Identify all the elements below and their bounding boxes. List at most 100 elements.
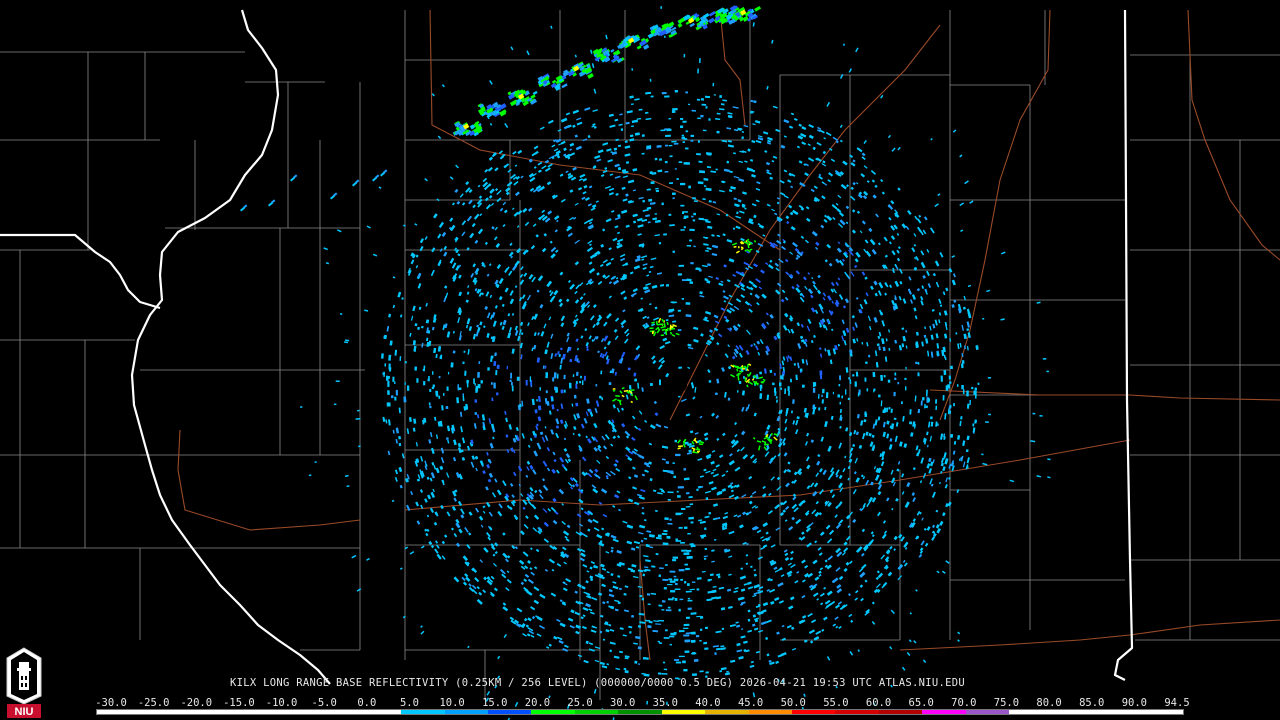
echo-cell	[703, 641, 708, 645]
echo-cell	[854, 264, 858, 268]
echo-cell	[728, 494, 735, 499]
echo-cell	[848, 511, 853, 517]
echo-cell	[404, 361, 407, 364]
echo-cell	[730, 489, 734, 493]
echo-cell	[748, 500, 753, 505]
echo-cell	[653, 620, 660, 622]
echo-cell	[511, 385, 514, 392]
echo-cell	[496, 189, 502, 196]
echo-cell	[747, 609, 751, 613]
echo-cell	[685, 302, 691, 305]
echo-cell	[815, 246, 819, 250]
echo-cell	[764, 451, 770, 457]
echo-cell	[769, 369, 773, 373]
echo-cell	[801, 358, 805, 364]
echo-cell	[544, 569, 548, 572]
echo-cell	[881, 191, 885, 195]
echo-cell	[808, 124, 814, 128]
echo-cell	[743, 583, 748, 586]
echo-cell	[938, 312, 942, 316]
echo-cell	[621, 423, 626, 428]
echo-cell	[492, 553, 496, 557]
echo-cell	[873, 317, 878, 323]
echo-cell	[624, 670, 629, 674]
echo-cell	[432, 384, 435, 388]
echo-cell	[804, 172, 809, 177]
echo-cell	[466, 324, 469, 329]
echo-cell	[476, 599, 483, 605]
echo-cell	[712, 585, 717, 588]
echo-cell	[784, 556, 790, 562]
echo-cell	[546, 280, 553, 288]
echo-cell	[816, 141, 822, 146]
echo-cell	[530, 634, 535, 638]
echo-cell	[810, 188, 815, 193]
echo-cell	[587, 518, 593, 524]
echo-cell	[542, 247, 547, 253]
echo-cell	[560, 357, 563, 364]
echo-cell	[826, 590, 833, 596]
echo-cell	[832, 136, 839, 141]
echo-cell	[806, 217, 811, 222]
echo-cell	[830, 158, 836, 163]
echo-cell	[509, 616, 515, 621]
echo-cell	[514, 285, 518, 288]
radar-display: NIU KILX LONG RANGE BASE REFLECTIVITY (0…	[0, 0, 1280, 720]
echo-cell	[548, 410, 552, 415]
echo-cell	[742, 390, 745, 396]
echo-cell	[447, 371, 450, 375]
echo-cell	[622, 175, 628, 178]
echo-cell	[732, 106, 739, 109]
echo-cell	[532, 469, 537, 475]
echo-cell	[457, 442, 462, 448]
echo-cell	[506, 365, 509, 370]
echo-cell	[895, 498, 899, 502]
echo-cell	[479, 321, 483, 326]
echo-cell	[691, 215, 694, 218]
echo-cell	[655, 189, 660, 193]
echo-cell	[692, 652, 696, 655]
echo-cell	[717, 333, 723, 338]
echo-cell	[738, 656, 744, 660]
echo-cell	[816, 460, 821, 466]
echo-cell	[614, 163, 620, 168]
echo-cell	[689, 239, 693, 242]
echo-cell	[523, 578, 528, 583]
echo-cell	[419, 489, 424, 493]
echo-cell	[687, 533, 691, 535]
echo-cell	[920, 296, 924, 301]
echo-cell	[736, 514, 742, 518]
echo-cell	[509, 242, 513, 247]
echo-cell	[678, 264, 684, 267]
echo-cell	[835, 505, 839, 510]
echo-cell	[511, 494, 515, 498]
echo-cell	[656, 536, 662, 540]
echo-cell	[852, 209, 856, 213]
echo-cell	[822, 160, 826, 164]
echo-cell	[789, 211, 794, 216]
echo-cell	[545, 372, 548, 379]
echo-cell	[690, 262, 694, 265]
echo-cell	[795, 270, 800, 275]
echo-cell	[724, 391, 727, 398]
echo-cell	[430, 491, 436, 498]
echo-cell	[530, 606, 536, 611]
echo-cell	[520, 354, 523, 360]
echo-cell	[559, 302, 564, 308]
echo-cell	[546, 467, 551, 472]
echo-cell	[617, 231, 621, 235]
echo-cell	[801, 559, 806, 564]
echo-cell	[592, 323, 596, 329]
echo-cell	[684, 581, 687, 584]
echo-cell	[936, 528, 941, 534]
echo-cell	[748, 280, 754, 285]
echo-cell	[915, 361, 918, 365]
echo-cell	[628, 476, 632, 480]
echo-cell	[680, 578, 683, 581]
echo-cell	[605, 218, 612, 223]
echo-cell	[637, 224, 644, 228]
echo-cell	[873, 388, 876, 391]
echo-cell	[756, 340, 760, 345]
echo-cell	[583, 375, 586, 381]
echo-cell	[724, 672, 731, 676]
